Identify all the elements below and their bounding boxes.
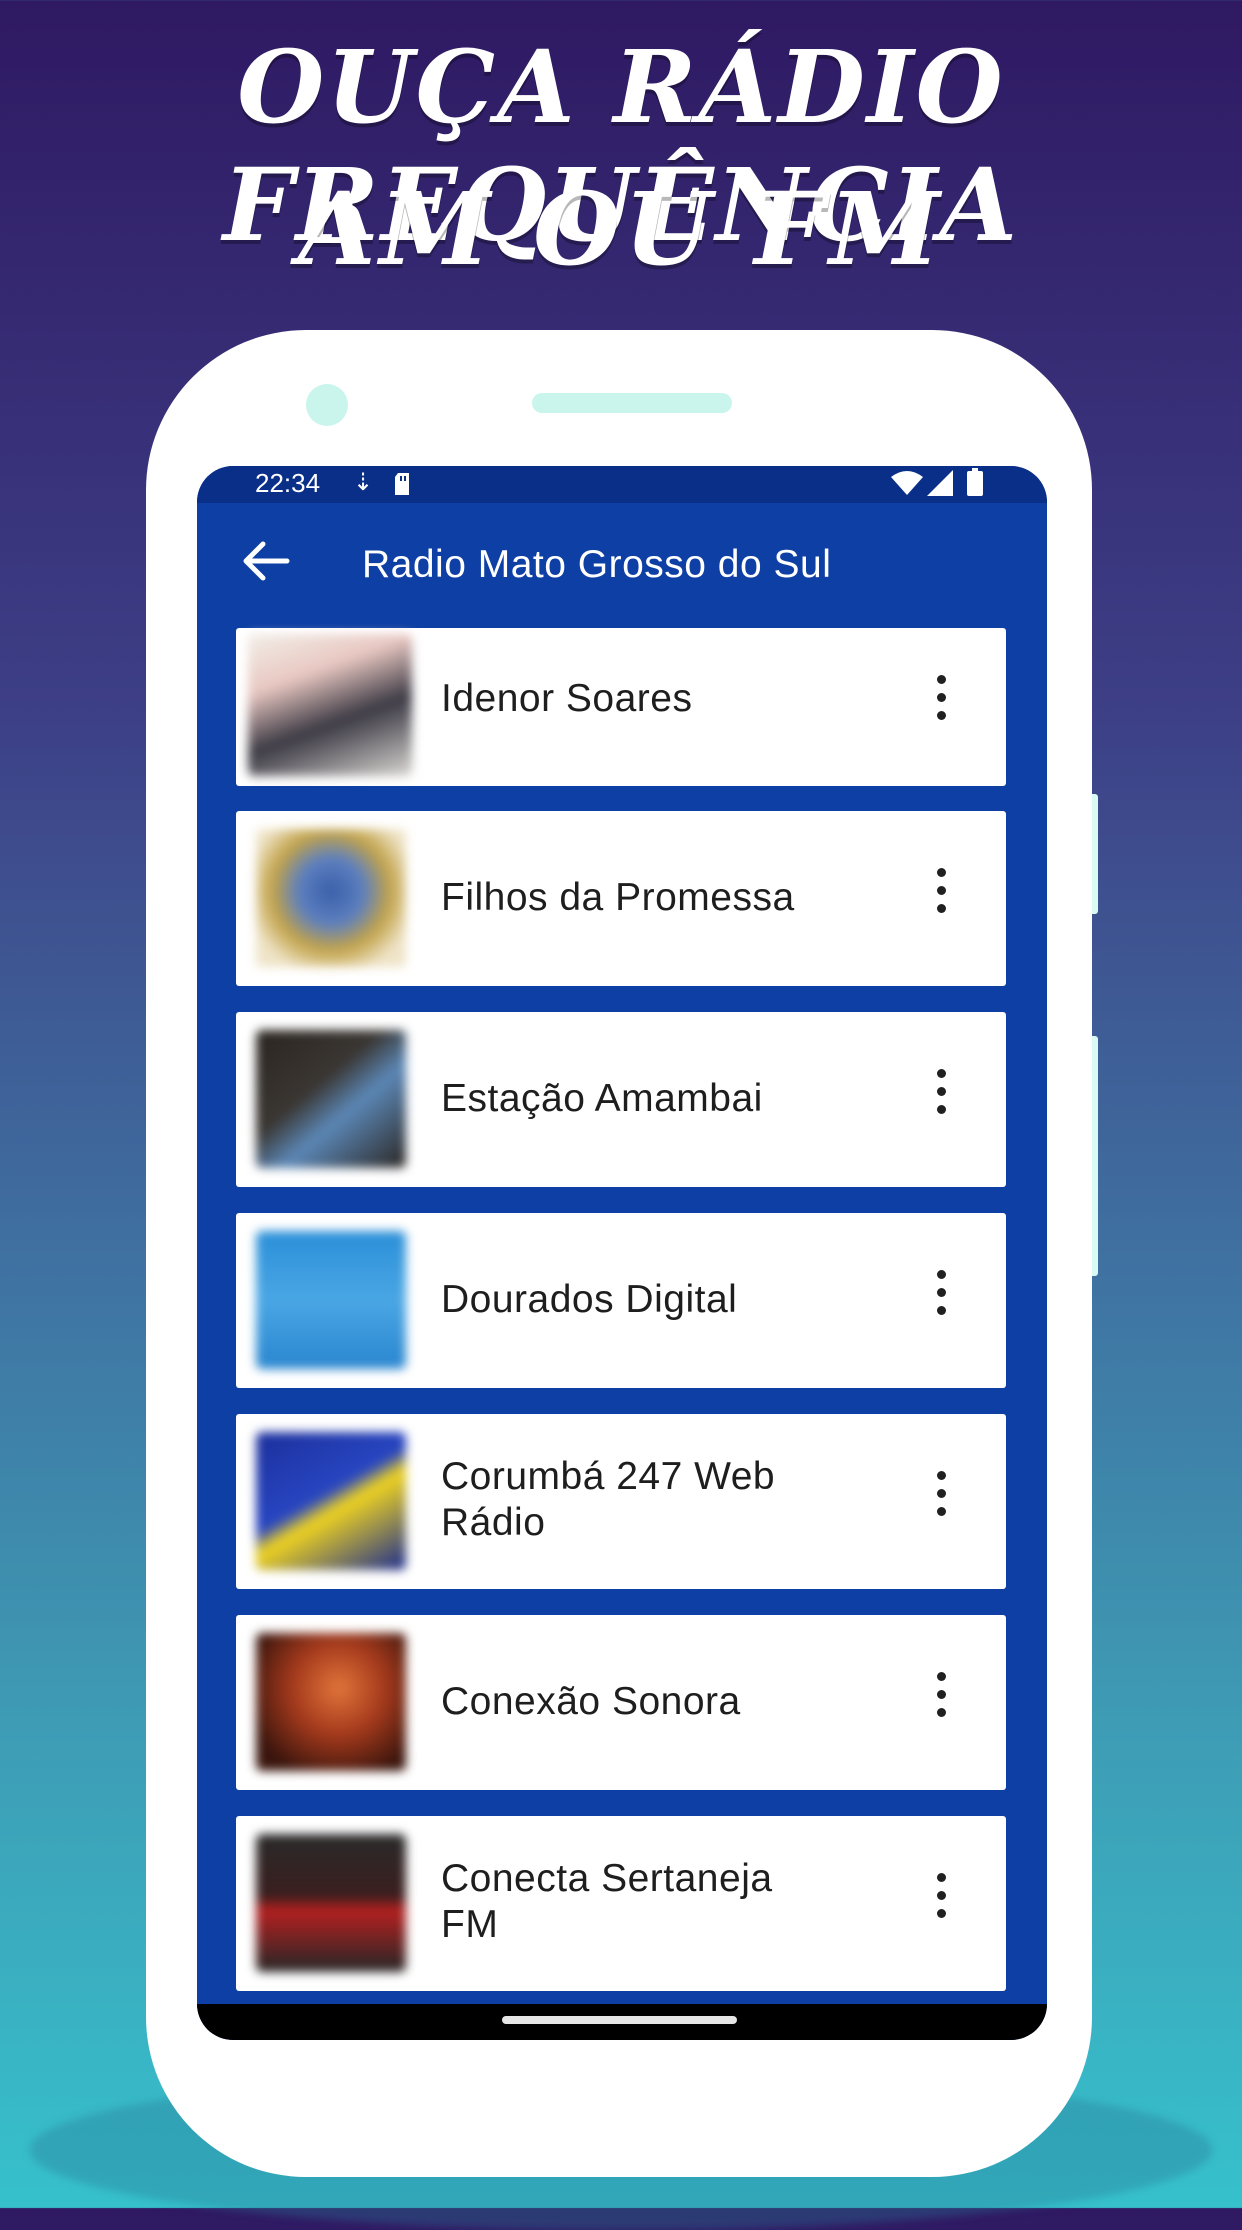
system-nav-bar [197, 2004, 1047, 2040]
station-logo [256, 1030, 406, 1168]
wifi-icon [891, 471, 923, 495]
station-card[interactable]: Idenor Soares [236, 628, 1006, 786]
more-options-icon[interactable] [926, 666, 956, 746]
status-bar: 22:34 ⇣ [197, 466, 1047, 503]
more-options-icon[interactable] [926, 1663, 956, 1743]
more-options-icon[interactable] [926, 1261, 956, 1341]
sd-card-icon [395, 473, 409, 495]
phone-side-button [1092, 1036, 1098, 1276]
status-time: 22:34 [255, 468, 321, 498]
station-logo [256, 1432, 406, 1570]
station-card[interactable]: Corumbá 247 Web Rádio [236, 1414, 1006, 1589]
station-logo [256, 1231, 406, 1369]
station-logo [256, 829, 406, 967]
station-logo [248, 634, 412, 776]
download-icon: ⇣ [353, 468, 374, 496]
station-card[interactable]: Filhos da Promessa [236, 811, 1006, 986]
more-options-icon[interactable] [926, 1864, 956, 1944]
station-logo [256, 1834, 406, 1972]
signal-icon [927, 470, 953, 496]
station-name: Idenor Soares [441, 677, 693, 720]
station-name: Estação Amambai [441, 1077, 763, 1120]
station-card[interactable]: Dourados Digital [236, 1213, 1006, 1388]
station-logo [256, 1633, 406, 1771]
arrow-left-icon[interactable] [235, 531, 295, 591]
app-screen: 22:34 ⇣ Radio Mato Grosso do Sul Idenor … [197, 466, 1047, 2040]
phone-speaker [532, 393, 732, 413]
promo-headline-line2: AM OU FM [298, 170, 944, 288]
station-name: Conexão Sonora [441, 1680, 741, 1723]
app-bar: Radio Mato Grosso do Sul [197, 503, 1047, 624]
station-card[interactable]: Estação Amambai [236, 1012, 1006, 1187]
phone-camera [306, 384, 348, 426]
station-name: Corumbá 247 Web Rádio [441, 1455, 776, 1544]
more-options-icon[interactable] [926, 1462, 956, 1542]
station-name: Filhos da Promessa [441, 876, 795, 919]
more-options-icon[interactable] [926, 859, 956, 939]
more-options-icon[interactable] [926, 1060, 956, 1140]
phone-side-button [1092, 794, 1098, 914]
station-card[interactable]: Conecta Sertaneja FM [236, 1816, 1006, 1991]
station-name: Conecta Sertaneja FM [441, 1857, 773, 1946]
battery-icon [967, 468, 983, 496]
station-card[interactable]: Conexão Sonora [236, 1615, 1006, 1790]
home-gesture-handle[interactable] [502, 2016, 737, 2024]
page-title: Radio Mato Grosso do Sul [362, 543, 832, 586]
station-name: Dourados Digital [441, 1278, 738, 1321]
